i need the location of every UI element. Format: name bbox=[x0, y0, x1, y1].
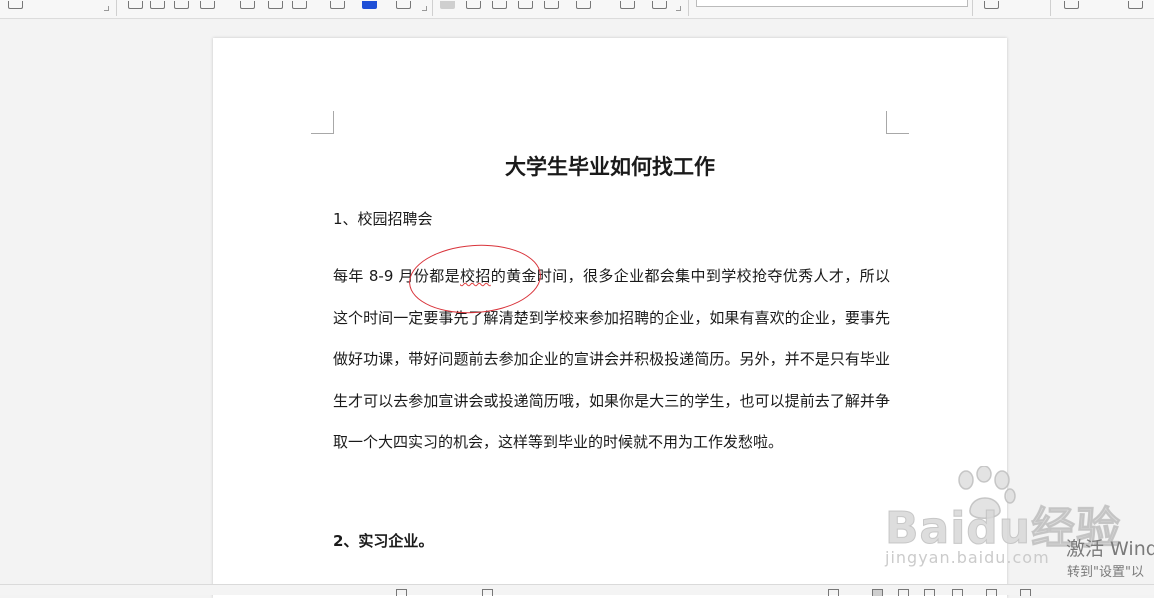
font-name-dropdown-icon[interactable] bbox=[8, 1, 23, 9]
paragraph-group-expand-icon[interactable] bbox=[422, 6, 427, 11]
align-left-icon[interactable] bbox=[440, 1, 455, 9]
text-tools-button[interactable] bbox=[984, 1, 999, 9]
toolbar-separator bbox=[1050, 0, 1051, 16]
section-heading-1[interactable]: 1、校园招聘会 bbox=[333, 208, 433, 229]
section-heading-2[interactable]: 2、实习企业。 bbox=[333, 530, 433, 551]
line-spacing-icon[interactable] bbox=[576, 1, 591, 9]
select-button[interactable] bbox=[1128, 1, 1143, 9]
document-title[interactable]: 大学生毕业如何找工作 bbox=[213, 151, 1007, 181]
read-mode-icon[interactable] bbox=[952, 589, 963, 596]
bold-icon[interactable] bbox=[128, 1, 143, 9]
toolbar-separator bbox=[972, 0, 973, 16]
toolbar-separator bbox=[688, 0, 689, 16]
italic-icon[interactable] bbox=[150, 1, 165, 9]
justify-icon[interactable] bbox=[518, 1, 533, 9]
style-gallery[interactable] bbox=[696, 0, 968, 7]
spellcheck-marked-word[interactable]: 校招 bbox=[460, 267, 491, 285]
superscript-icon[interactable] bbox=[240, 1, 255, 9]
align-right-icon[interactable] bbox=[492, 1, 507, 9]
borders-icon[interactable] bbox=[652, 1, 667, 9]
windows-activation-hint: 转到"设置"以 bbox=[1067, 565, 1144, 580]
change-case-icon[interactable] bbox=[292, 1, 307, 9]
document-page[interactable]: 大学生毕业如何找工作 1、校园招聘会 每年 8-9 月份都是校招的黄金时间，很多… bbox=[213, 38, 1007, 598]
paragraph-text-start: 每年 8-9 月份都是 bbox=[333, 267, 460, 285]
eye-protect-icon[interactable] bbox=[828, 589, 839, 596]
toolbar-separator bbox=[116, 0, 117, 16]
ribbon-toolbar bbox=[0, 0, 1154, 19]
shading-icon[interactable] bbox=[620, 1, 635, 9]
page-view-icon[interactable] bbox=[872, 589, 883, 596]
strikethrough-icon[interactable] bbox=[200, 1, 215, 9]
margin-corner-top-right bbox=[886, 111, 909, 134]
outline-view-icon[interactable] bbox=[898, 589, 909, 596]
distributed-icon[interactable] bbox=[544, 1, 559, 9]
char-border-icon[interactable] bbox=[396, 1, 411, 9]
highlight-icon[interactable] bbox=[330, 1, 345, 9]
underline-icon[interactable] bbox=[174, 1, 189, 9]
font-group-expand-icon[interactable] bbox=[104, 6, 109, 11]
styles-group-expand-icon[interactable] bbox=[676, 6, 681, 11]
spellcheck-icon[interactable] bbox=[482, 589, 493, 596]
align-center-icon[interactable] bbox=[466, 1, 481, 9]
toolbar-separator bbox=[432, 0, 433, 16]
zoom-out-icon[interactable] bbox=[986, 589, 997, 596]
web-view-icon[interactable] bbox=[924, 589, 935, 596]
word-count-icon[interactable] bbox=[396, 589, 407, 596]
font-color-icon[interactable] bbox=[362, 1, 377, 9]
status-bar bbox=[0, 584, 1154, 596]
fit-page-icon[interactable] bbox=[1020, 589, 1031, 596]
margin-corner-top-left bbox=[311, 111, 334, 134]
body-paragraph[interactable]: 每年 8-9 月份都是校招的黄金时间，很多企业都会集中到学校抢夺优秀人才，所以 … bbox=[333, 256, 890, 464]
find-replace-button[interactable] bbox=[1064, 1, 1079, 9]
paragraph-text-rest: 的黄金时间，很多企业都会集中到学校抢夺优秀人才，所以 这个时间一定要事先了解清楚… bbox=[333, 267, 890, 451]
windows-activation-title: 激活 Wind bbox=[1066, 538, 1154, 560]
subscript-icon[interactable] bbox=[268, 1, 283, 9]
